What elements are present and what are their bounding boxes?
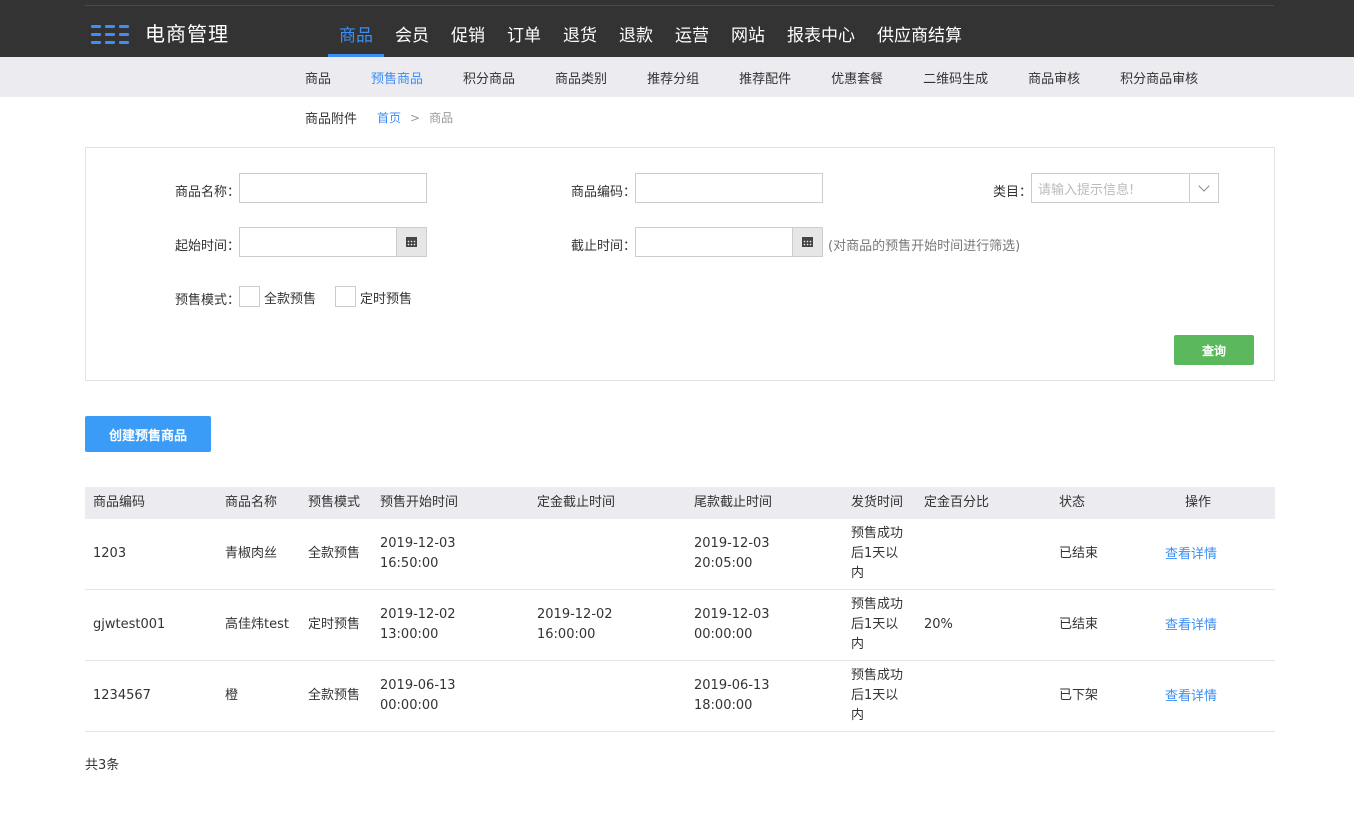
main-nav-item-goods[interactable]: 商品 [328, 19, 384, 57]
cell-code: 1203 [93, 546, 127, 561]
cell-start-time: 2019-12-03 16:50:00 [380, 536, 456, 571]
cell-status: 已结束 [1059, 617, 1099, 632]
sub-nav-item-points-goods[interactable]: 积分商品 [443, 68, 535, 87]
col-header-deposit-deadline: 定金截止时间 [537, 495, 616, 510]
start-time-input[interactable] [239, 227, 427, 257]
view-details-link[interactable]: 查看详情 [1165, 687, 1217, 707]
sub-nav-item-presale-goods[interactable]: 预售商品 [351, 68, 443, 87]
sub-nav-item-recommend-groups[interactable]: 推荐分组 [627, 68, 719, 87]
cell-ship-time: 预售成功 后1天以内 [851, 668, 904, 723]
sub-nav-item-qrcode[interactable]: 二维码生成 [903, 68, 1008, 87]
cell-start-time: 2019-06-13 00:00:00 [380, 678, 456, 713]
presale-mode-label: 预售模式： [174, 293, 240, 308]
breadcrumb-separator: > [410, 110, 421, 125]
sub-nav: 商品 预售商品 积分商品 商品类别 推荐分组 推荐配件 优惠套餐 二维码生成 商… [0, 57, 1354, 97]
goods-name-input[interactable] [239, 173, 427, 203]
col-header-actions: 操作 [1185, 495, 1212, 510]
main-nav-item-orders[interactable]: 订单 [496, 19, 552, 57]
col-header-deposit-percent: 定金百分比 [924, 495, 990, 510]
calendar-icon[interactable] [792, 228, 822, 256]
cell-start-time: 2019-12-02 13:00:00 [380, 607, 456, 642]
col-header-name: 商品名称 [225, 495, 278, 510]
filter-panel: 商品名称： 商品编码： 类目： 请输入提示信息! 起始时间： 截止时间： (对商… [85, 147, 1275, 381]
cell-status: 已结束 [1059, 546, 1099, 561]
cell-name: 橙 [225, 688, 239, 703]
sub-nav-item-recommend-accessories[interactable]: 推荐配件 [719, 68, 811, 87]
main-nav-item-refunds[interactable]: 退款 [608, 19, 664, 57]
cell-deposit-deadline: 2019-12-02 16:00:00 [537, 607, 613, 642]
cell-ship-time: 预售成功 后1天以内 [851, 597, 904, 652]
goods-name-label: 商品名称： [174, 185, 240, 200]
col-header-status: 状态 [1059, 495, 1086, 510]
calendar-icon[interactable] [396, 228, 426, 256]
breadcrumb: 首页 > 商品 [377, 109, 453, 126]
category-select[interactable]: 请输入提示信息! [1031, 173, 1219, 203]
cell-final-deadline: 2019-12-03 00:00:00 [694, 607, 770, 642]
cell-final-deadline: 2019-06-13 18:00:00 [694, 678, 770, 713]
main-nav-item-promotions[interactable]: 促销 [440, 19, 496, 57]
main-nav: 商品 会员 促销 订单 退货 退款 运营 网站 报表中心 供应商结算 [328, 19, 973, 57]
main-nav-item-members[interactable]: 会员 [384, 19, 440, 57]
cell-final-deadline: 2019-12-03 20:05:00 [694, 536, 770, 571]
full-payment-label: 全款预售 [264, 292, 317, 307]
category-label: 类目： [992, 185, 1032, 200]
cell-mode: 全款预售 [308, 688, 361, 703]
end-time-input[interactable] [635, 227, 823, 257]
table-header: 商品编码 商品名称 预售模式 预售开始时间 定金截止时间 尾款截止时间 发货时间… [85, 487, 1275, 519]
cell-mode: 全款预售 [308, 546, 361, 561]
col-header-final-deadline: 尾款截止时间 [694, 495, 773, 510]
col-header-ship-time: 发货时间 [851, 495, 904, 510]
sub-nav-item-goods[interactable]: 商品 [285, 68, 351, 87]
cell-name: 高佳炜test [225, 617, 289, 632]
main-nav-item-operations[interactable]: 运营 [664, 19, 720, 57]
main-nav-item-website[interactable]: 网站 [720, 19, 776, 57]
cell-ship-time: 预售成功 后1天以内 [851, 526, 904, 581]
date-filter-hint: (对商品的预售开始时间进行筛选) [828, 239, 1021, 254]
chevron-down-icon[interactable] [1189, 174, 1218, 202]
top-info-strip [85, 0, 1274, 6]
goods-code-label: 商品编码： [570, 185, 636, 200]
cell-mode: 定时预售 [308, 617, 361, 632]
main-nav-item-reports[interactable]: 报表中心 [776, 19, 866, 57]
sub-nav-item-categories[interactable]: 商品类别 [535, 68, 627, 87]
main-nav-item-returns[interactable]: 退货 [552, 19, 608, 57]
table-row: gjwtest001 高佳炜test 定时预售 2019-12-02 13:00:… [85, 590, 1275, 661]
col-header-start-time: 预售开始时间 [380, 495, 459, 510]
sub-nav-item-points-review[interactable]: 积分商品审核 [1100, 68, 1218, 87]
cell-code: gjwtest001 [93, 617, 166, 632]
goods-code-input[interactable] [635, 173, 823, 203]
view-details-link[interactable]: 查看详情 [1165, 545, 1217, 565]
table-row: 1203 青椒肉丝 全款预售 2019-12-03 16:50:00 2019-1… [85, 519, 1275, 590]
category-placeholder: 请输入提示信息! [1038, 182, 1135, 198]
table-row: 1234567 橙 全款预售 2019-06-13 00:00:00 2019-0… [85, 661, 1275, 732]
sub-nav-item-attachments[interactable]: 商品附件 [305, 108, 357, 127]
presale-table: 商品编码 商品名称 预售模式 预售开始时间 定金截止时间 尾款截止时间 发货时间… [85, 487, 1275, 732]
top-navbar: 电商管理 商品 会员 促销 订单 退货 退款 运营 网站 报表中心 供应商结算 [0, 0, 1354, 57]
breadcrumb-home-link[interactable]: 首页 [377, 109, 401, 126]
start-time-label: 起始时间： [174, 239, 240, 254]
view-details-link[interactable]: 查看详情 [1165, 616, 1217, 636]
logo-grid-icon [91, 24, 129, 44]
timed-presale-label: 定时预售 [360, 292, 413, 307]
cell-code: 1234567 [93, 688, 151, 703]
create-presale-button[interactable]: 创建预售商品 [85, 416, 211, 452]
app-logo[interactable]: 电商管理 [91, 22, 229, 46]
sub-nav-item-bundles[interactable]: 优惠套餐 [811, 68, 903, 87]
full-payment-checkbox[interactable] [239, 286, 260, 307]
col-header-mode: 预售模式 [308, 495, 361, 510]
end-time-label: 截止时间： [570, 239, 636, 254]
cell-status: 已下架 [1059, 688, 1099, 703]
breadcrumb-current: 商品 [429, 111, 454, 125]
timed-presale-checkbox[interactable] [335, 286, 356, 307]
app-title: 电商管理 [145, 22, 229, 46]
cell-deposit-percent: 20% [924, 617, 953, 632]
query-button[interactable]: 查询 [1174, 335, 1254, 365]
total-count: 共3条 [85, 758, 120, 773]
cell-name: 青椒肉丝 [225, 546, 278, 561]
sub-nav-item-goods-review[interactable]: 商品审核 [1008, 68, 1100, 87]
sub-nav-row-2: 商品附件 首页 > 商品 [305, 108, 453, 128]
col-header-code: 商品编码 [93, 495, 146, 510]
main-nav-item-supplier-settlement[interactable]: 供应商结算 [866, 19, 973, 57]
